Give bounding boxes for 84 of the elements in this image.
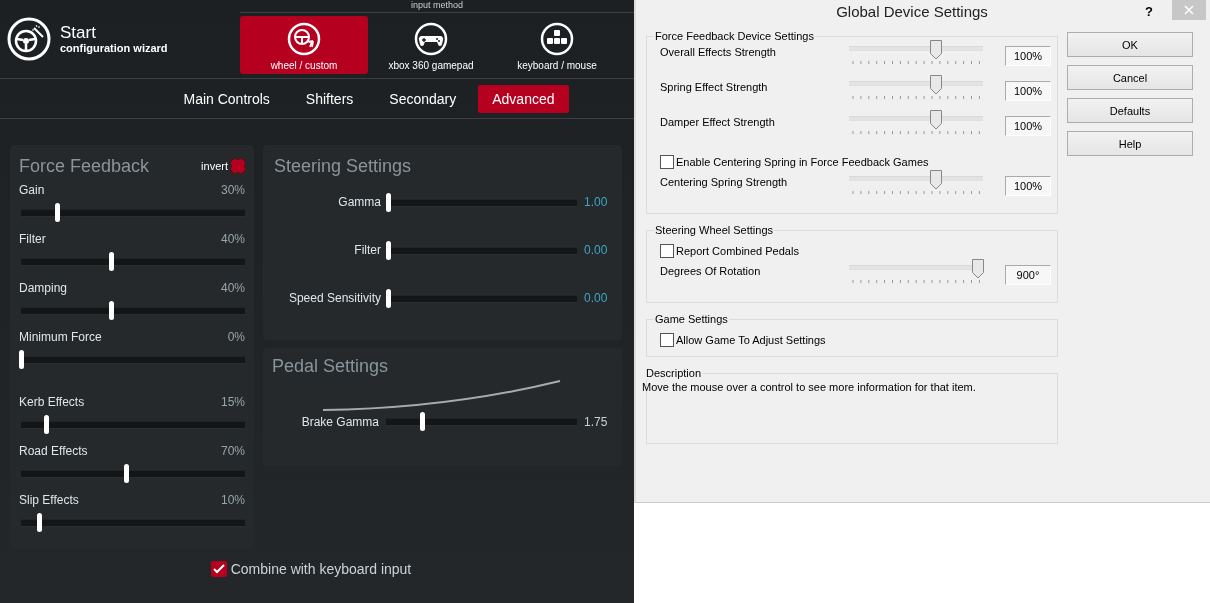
slider-label: Centering Spring Strength: [660, 176, 789, 188]
slider-value: 40%: [220, 232, 245, 246]
slider-value: 0.00: [584, 243, 609, 257]
slider-label: Road Effects: [19, 444, 88, 458]
description-text: Move the mouse over a control to see more information for that item.: [642, 381, 976, 393]
dialog-button[interactable]: Help: [1067, 131, 1193, 156]
slider-value: 0%: [227, 330, 245, 344]
tab[interactable]: Secondary: [375, 84, 471, 113]
slider-value: 30%: [220, 183, 245, 197]
checkbox[interactable]: [660, 154, 674, 169]
slider-value: 70%: [220, 444, 245, 458]
wizard-subtitle: configuration wizard: [60, 42, 168, 54]
help-button[interactable]: ?: [1140, 3, 1158, 19]
dialog-button[interactable]: Defaults: [1067, 98, 1193, 123]
slider-thumb[interactable]: [930, 170, 943, 190]
value-field[interactable]: 100%: [1005, 176, 1051, 196]
input-method-button[interactable]: xbox 360 gamepad: [368, 16, 494, 74]
slider-label: Damper Effect Strength: [660, 116, 776, 128]
panel-title: Force Feedback: [19, 155, 150, 178]
checkbox[interactable]: [660, 243, 674, 258]
slider-thumb[interactable]: [108, 301, 114, 320]
slider-thumb[interactable]: [930, 75, 943, 95]
tab[interactable]: Main Controls: [169, 84, 284, 113]
input-method-button[interactable]: wheel / custom: [240, 16, 368, 74]
invert-checkbox[interactable]: [231, 159, 245, 173]
invert-label: invert: [201, 159, 228, 174]
slider-label: Brake Gamma: [300, 414, 379, 429]
slider-thumb[interactable]: [54, 203, 60, 222]
slider-value: 40%: [220, 281, 245, 295]
slider-value: 10%: [220, 493, 245, 507]
slider-thumb[interactable]: [386, 288, 391, 308]
slider-label: Speed Sensitivity: [287, 291, 381, 305]
wheel-wizard-icon[interactable]: [6, 16, 52, 62]
slider-label: Filter: [19, 232, 46, 246]
value-field[interactable]: 100%: [1005, 46, 1051, 66]
group-title: Description: [645, 367, 703, 379]
slider-thumb[interactable]: [930, 110, 943, 130]
slider-label: Spring Effect Strength: [660, 81, 769, 93]
close-icon: [1184, 5, 1194, 15]
wizard-title: Start: [60, 24, 97, 42]
slider-label: Degrees Of Rotation: [660, 265, 762, 277]
slider-thumb[interactable]: [420, 412, 426, 431]
tab[interactable]: Shifters: [291, 84, 368, 113]
checkbox[interactable]: [210, 561, 227, 577]
slider-value: 15%: [220, 395, 245, 409]
input-method-label: input method: [240, 0, 634, 13]
slider-label: Minimum Force: [19, 330, 102, 344]
slider-value: 0.00: [584, 291, 609, 305]
slider-thumb[interactable]: [124, 464, 130, 483]
value-field[interactable]: 900°: [1005, 265, 1051, 285]
checkbox-label: Allow Game To Adjust Settings: [676, 333, 826, 346]
dialog-button[interactable]: Cancel: [1067, 65, 1193, 90]
slider-label: Gain: [19, 183, 45, 197]
group-title: Force Feedback Device Settings: [654, 30, 815, 42]
slider-label: Kerb Effects: [19, 395, 85, 409]
slider-label: Overall Effects Strength: [660, 46, 777, 58]
checkbox-label: Report Combined Pedals: [676, 244, 799, 257]
input-method-button[interactable]: keyboard / mouse: [494, 16, 620, 74]
slider-label: Gamma: [337, 195, 381, 209]
group-title: Game Settings: [654, 313, 729, 325]
slider-value: 1.75: [584, 414, 609, 429]
tab[interactable]: Advanced: [478, 84, 569, 113]
checkbox-label: Combine with keyboard input: [230, 561, 412, 577]
checkbox[interactable]: [660, 332, 674, 347]
slider-thumb[interactable]: [971, 259, 984, 279]
slider-thumb[interactable]: [19, 350, 24, 369]
slider-thumb[interactable]: [386, 240, 391, 260]
dialog-button[interactable]: OK: [1067, 32, 1193, 57]
panel-title: Steering Settings: [274, 155, 412, 178]
slider-thumb[interactable]: [386, 192, 391, 212]
slider-value: 1.00: [584, 195, 609, 209]
slider-thumb[interactable]: [43, 415, 49, 434]
slider-thumb[interactable]: [36, 513, 42, 532]
slider-thumb[interactable]: [930, 40, 943, 60]
slider-thumb[interactable]: [108, 252, 114, 271]
slider-label: Damping: [19, 281, 68, 295]
value-field[interactable]: 100%: [1005, 81, 1051, 101]
group-title: Steering Wheel Settings: [654, 224, 774, 236]
panel-title: Pedal Settings: [272, 355, 389, 378]
window-title: Global Device Settings: [835, 2, 989, 20]
slider-label: Filter: [353, 243, 381, 257]
checkbox-label: Enable Centering Spring in Force Feedback Games: [676, 155, 929, 168]
slider-label: Slip Effects: [19, 493, 79, 507]
value-field[interactable]: 100%: [1005, 116, 1051, 136]
